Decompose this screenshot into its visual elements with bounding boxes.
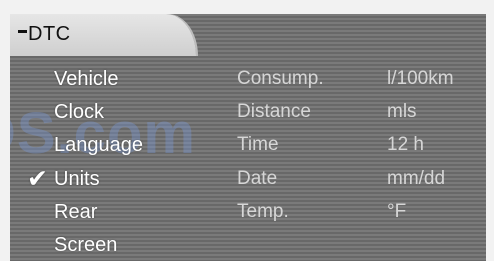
units-row-time[interactable]: Time 12 h: [10, 130, 486, 160]
units-row-label: Consump.: [237, 68, 324, 89]
units-row-consumption[interactable]: Consump. l/100km: [10, 64, 486, 94]
display-screen: دانلود رایگان فایل DS.com DTC Vehicle Cl…: [10, 14, 486, 261]
units-row-label: Distance: [237, 101, 311, 122]
units-row-value: mm/dd: [387, 168, 446, 189]
menu-tab-header[interactable]: DTC: [10, 14, 196, 56]
units-row-label: Date: [237, 168, 278, 189]
tab-title: DTC: [28, 23, 71, 45]
units-row-value: °F: [387, 201, 407, 222]
menu-item-screen[interactable]: Screen: [10, 230, 210, 260]
tab-marker-icon: [18, 30, 27, 33]
units-row-label: Temp.: [237, 201, 289, 222]
units-row-temperature[interactable]: Temp. °F: [10, 197, 486, 227]
units-row-value: 12 h: [387, 134, 424, 155]
units-row-value: mls: [387, 101, 417, 122]
units-row-date[interactable]: Date mm/dd: [10, 164, 486, 194]
units-row-value: l/100km: [387, 68, 454, 89]
menu-item-label: Screen: [54, 234, 118, 256]
units-row-distance[interactable]: Distance mls: [10, 97, 486, 127]
units-row-label: Time: [237, 134, 279, 155]
